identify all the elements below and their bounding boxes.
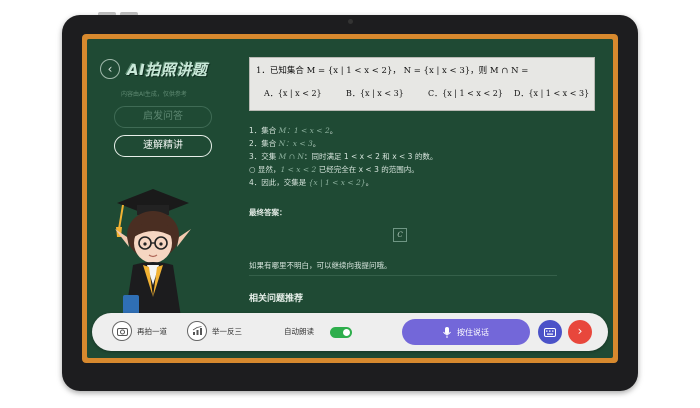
volume-button — [98, 12, 116, 15]
front-camera — [348, 19, 353, 24]
solution-step: 4．因此，交集是 {x | 1 < x < 2}。 — [249, 178, 374, 187]
question-stem: 1．已知集合 M = {x | 1 < x < 2}， N = {x | x <… — [256, 66, 529, 76]
followup-message: 如果有哪里不明白，可以继续向我提问哦。 — [249, 261, 392, 270]
solution-step: 2．集合 N：x < 3。 — [249, 139, 321, 148]
hold-to-speak-button[interactable]: 按住说话 — [402, 319, 530, 345]
auto-read-toggle[interactable] — [330, 327, 352, 338]
solution-step: 1．集合 M：1 < x < 2。 — [249, 126, 338, 135]
back-button[interactable]: ‹ — [100, 59, 120, 79]
hold-to-speak-label: 按住说话 — [457, 327, 489, 337]
quick-solve-button[interactable]: 速解精讲 — [114, 135, 212, 157]
retake-photo-button[interactable]: 再拍一道 — [112, 321, 167, 341]
heuristic-qa-button[interactable]: 启发问答 — [114, 106, 212, 128]
ai-disclaimer: 内容由AI生成，仅供参考 — [121, 91, 187, 98]
chevron-right-icon: › — [577, 324, 583, 338]
final-answer-label: 最终答案： — [249, 208, 287, 217]
microphone-icon — [443, 326, 451, 338]
keyboard-icon — [544, 327, 556, 337]
final-answer-value: C — [393, 228, 407, 242]
option-a[interactable]: A．{x | x < 2} — [264, 88, 322, 99]
extend-practice-label: 举一反三 — [212, 326, 242, 336]
next-button[interactable]: › — [568, 320, 592, 344]
divider — [249, 275, 557, 276]
extend-practice-button[interactable]: 举一反三 — [187, 321, 242, 341]
option-d[interactable]: D．{x | 1 < x < 3} — [514, 88, 589, 99]
retake-photo-label: 再拍一道 — [137, 326, 167, 336]
option-b[interactable]: B．{x | x < 3} — [346, 88, 404, 99]
solution-step: ○ 显然，1 < x < 2 已经完全在 x < 3 的范围内。 — [249, 165, 419, 174]
chalkboard: ‹ AI拍照讲题 内容由AI生成，仅供参考 启发问答 速解精讲 1．已知集合 M… — [87, 39, 613, 358]
toggle-knob — [343, 329, 350, 336]
option-c[interactable]: C．{x | 1 < x < 2} — [428, 88, 503, 99]
related-questions-title: 相关问题推荐 — [249, 294, 304, 304]
question-photo-card: 1．已知集合 M = {x | 1 < x < 2}， N = {x | x <… — [249, 57, 595, 111]
app-title: AI拍照讲题 — [127, 61, 208, 79]
camera-icon — [112, 321, 132, 341]
bottom-toolbar: 再拍一道 举一反三 自动朗读 按住说话 › — [92, 313, 608, 351]
solution-step: 3．交集 M ∩ N：同时满足 1 < x < 2 和 x < 3 的数。 — [249, 152, 438, 161]
arrow-left-icon: ‹ — [107, 62, 113, 76]
graduate-avatar-illustration — [115, 189, 191, 332]
power-button — [120, 12, 138, 15]
trend-chart-icon — [187, 321, 207, 341]
auto-read-label: 自动朗读 — [284, 327, 314, 336]
keyboard-button[interactable] — [538, 320, 562, 344]
